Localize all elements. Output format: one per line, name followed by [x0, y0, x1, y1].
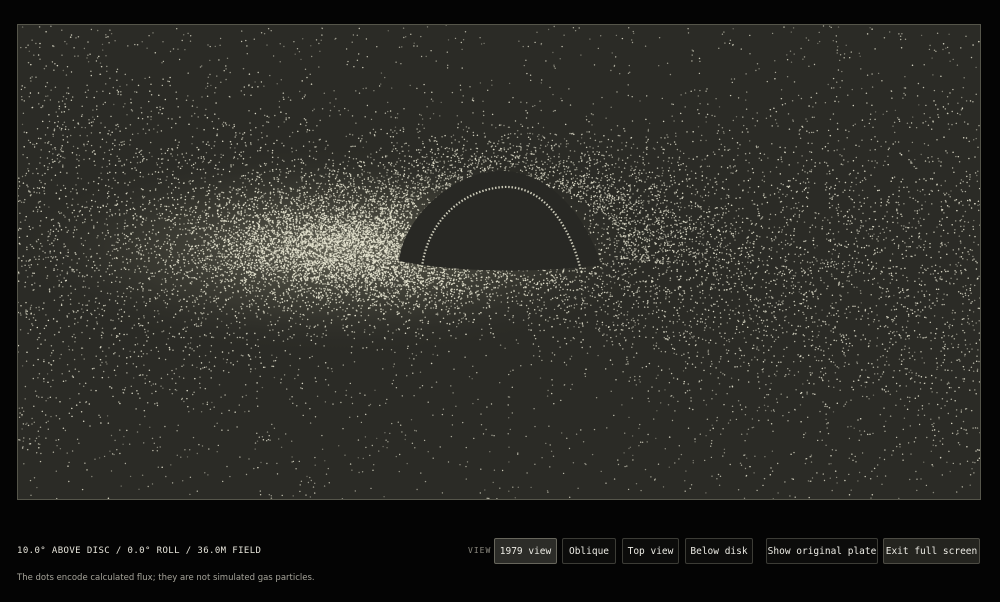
view-status-readout: 10.0° ABOVE DISC / 0.0° ROLL / 36.0M FIE… [17, 546, 262, 556]
flux-dot-plate [18, 25, 980, 499]
view-below-disk-button[interactable]: Below disk [685, 538, 753, 564]
view-oblique-button[interactable]: Oblique [562, 538, 616, 564]
exit-full-screen-button[interactable]: Exit full screen [883, 538, 980, 564]
flux-footnote: The dots encode calculated flux; they ar… [17, 573, 315, 583]
show-original-plate-button[interactable]: Show original plate [766, 538, 878, 564]
view-label: VIEW [468, 546, 492, 555]
view-1979-button[interactable]: 1979 view [494, 538, 557, 564]
black-hole-plate-viewer[interactable] [17, 24, 981, 500]
view-top-button[interactable]: Top view [622, 538, 679, 564]
